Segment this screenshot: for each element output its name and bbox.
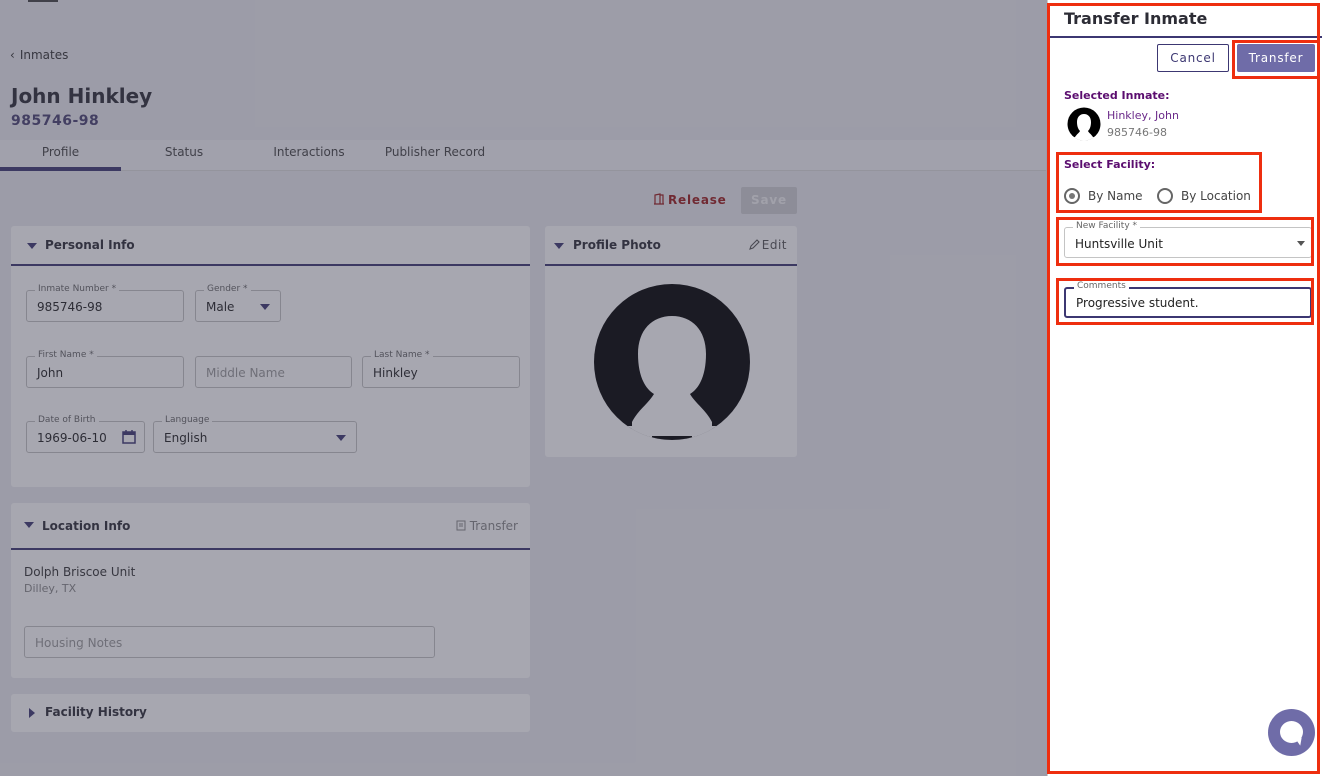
highlight-new-facility	[1056, 217, 1314, 266]
highlight-drawer	[1047, 3, 1320, 774]
highlight-select-facility	[1056, 152, 1262, 213]
chat-launcher-button[interactable]	[1268, 709, 1315, 756]
chat-bubble-icon	[1280, 721, 1303, 743]
highlight-comments	[1056, 278, 1314, 325]
modal-backdrop[interactable]	[0, 0, 1047, 776]
highlight-transfer-button	[1232, 40, 1320, 79]
